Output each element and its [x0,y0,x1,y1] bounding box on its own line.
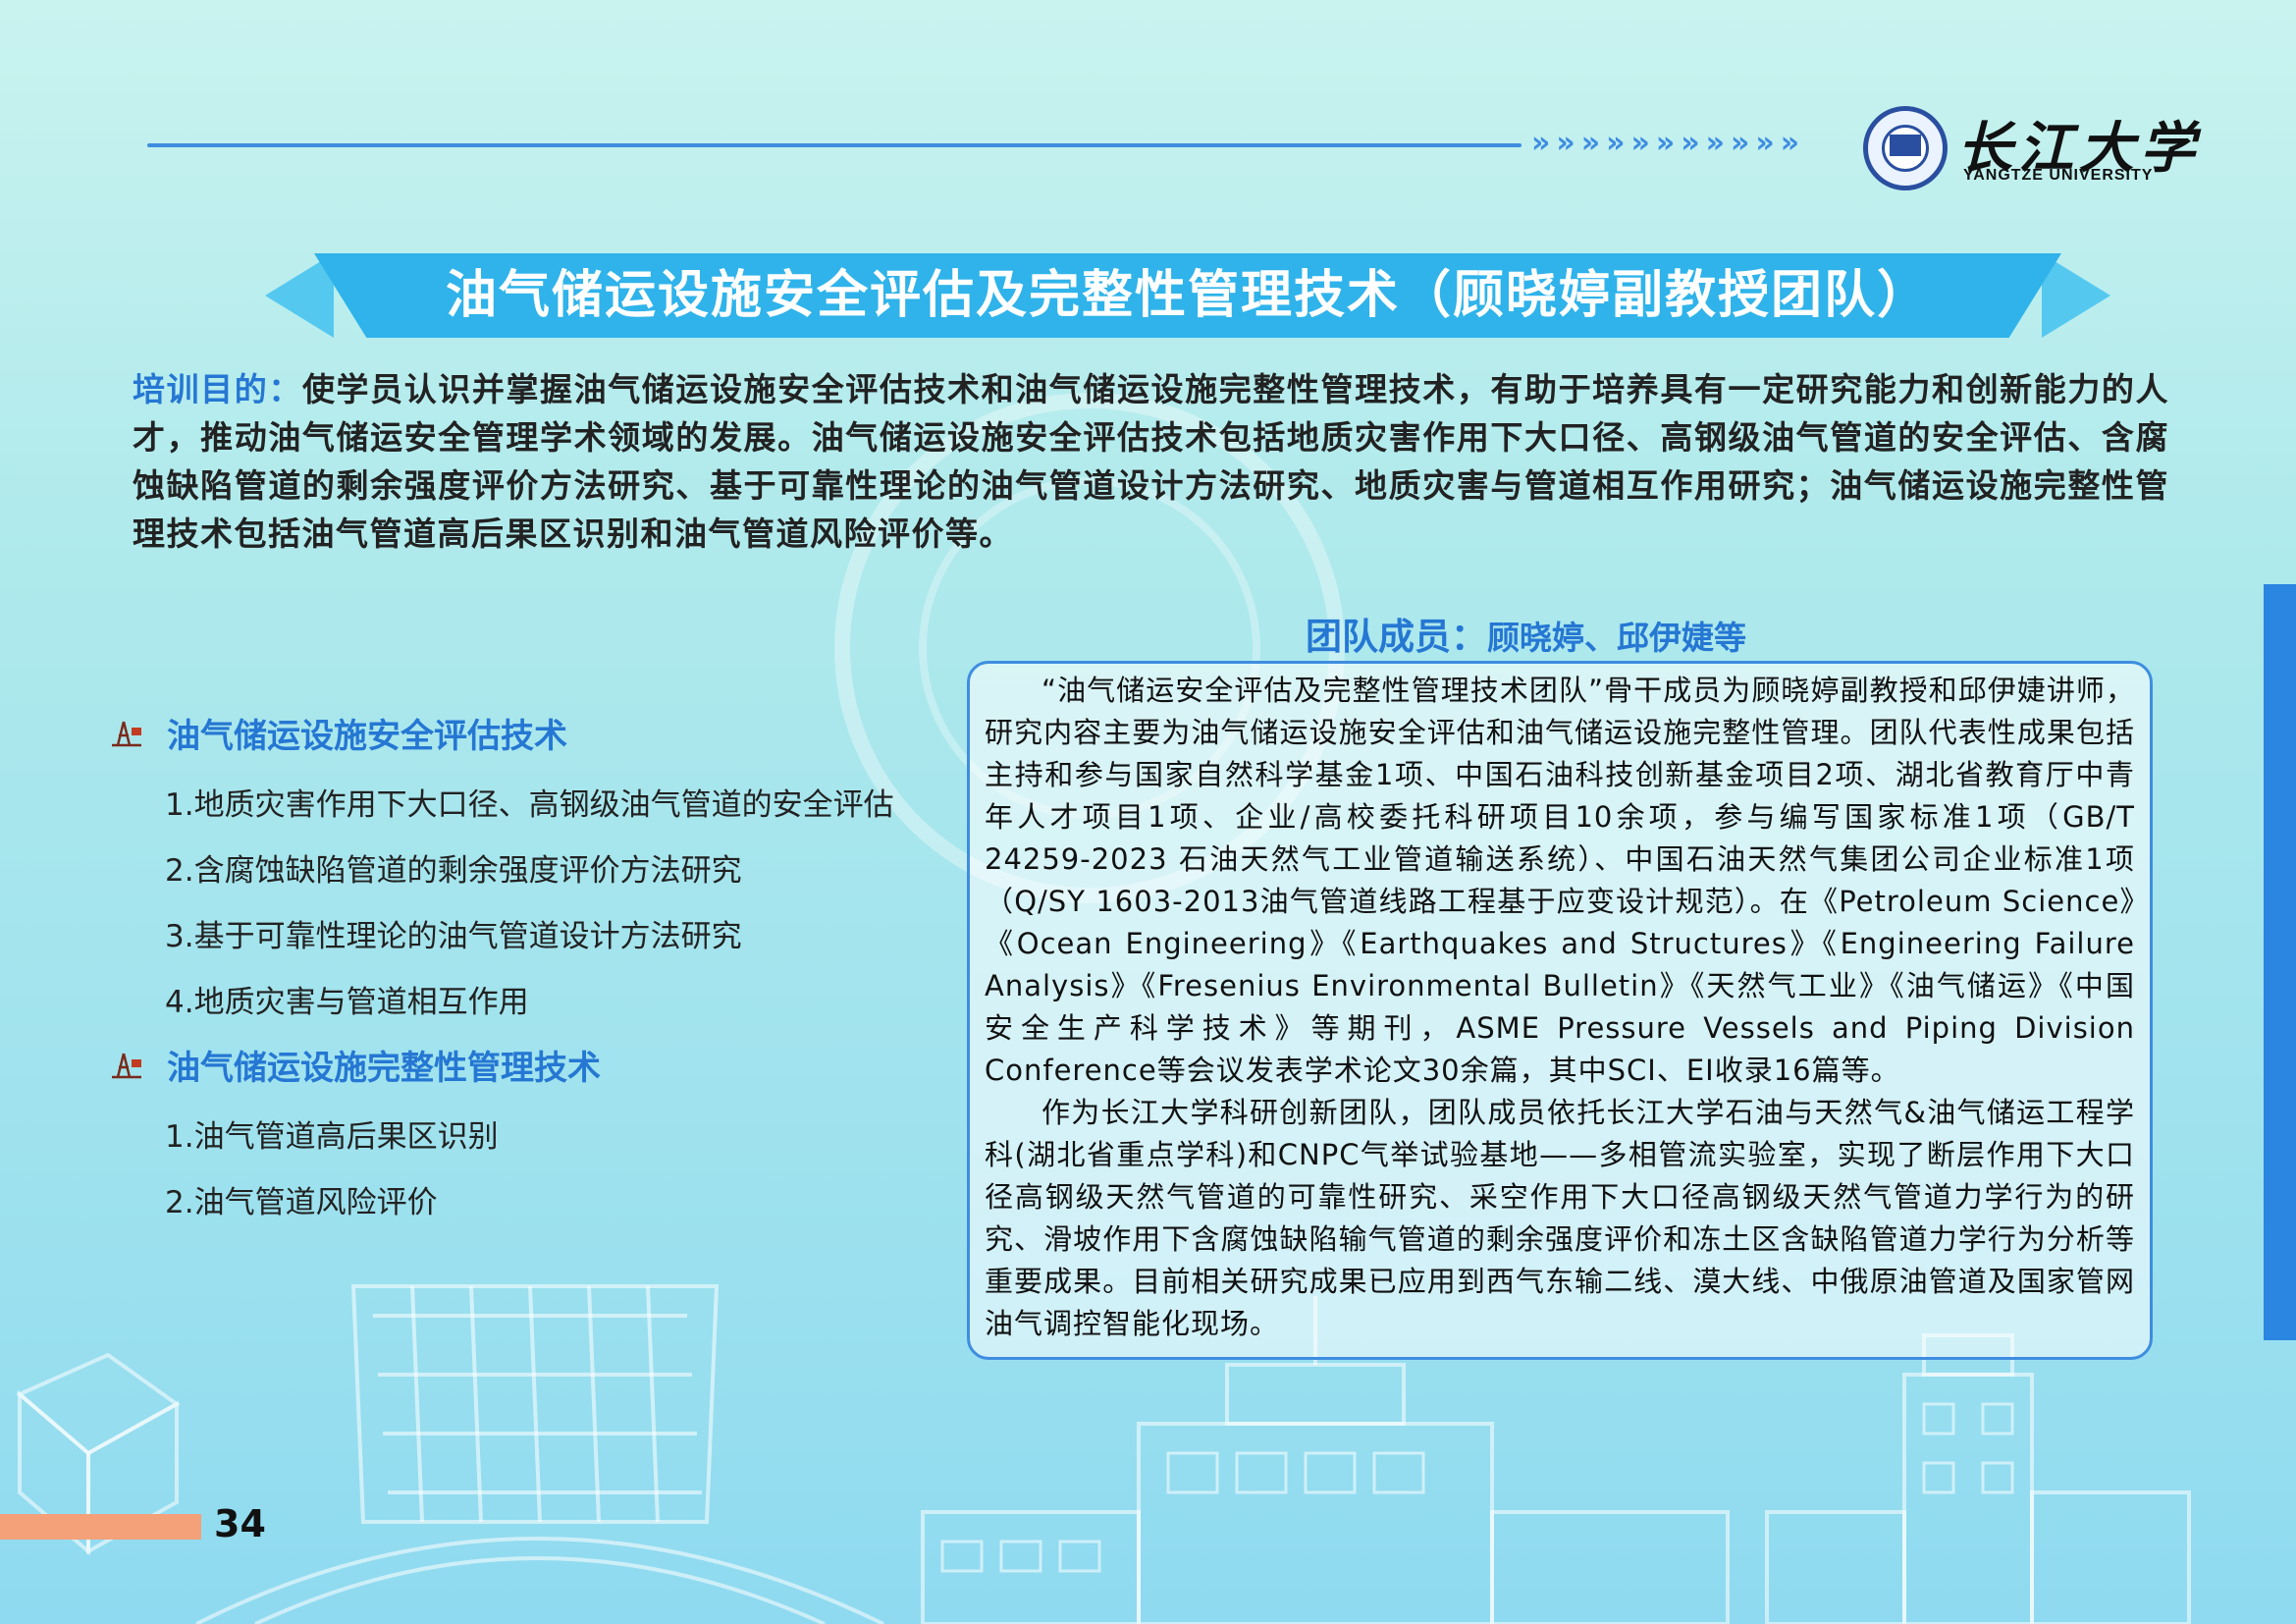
team-paragraph: “油气储运安全评估及完整性管理技术团队”骨干成员为顾晓婷副教授和邱伊婕讲师，研究… [985,674,2135,1087]
page-number-bar [0,1514,201,1540]
section-heading-text: 油气储运设施完整性管理技术 [167,1049,601,1088]
team-members-heading: 团队成员：顾晓婷、邱伊婕等 [1306,607,1746,660]
team-paragraph: 作为长江大学科研创新团队，团队成员依托长江大学石油与天然气&油气储运工程学科(湖… [985,1096,2135,1340]
page-title: 油气储运设施安全评估及完整性管理技术（顾晓婷副教授团队） [445,266,1930,325]
oil-rig-icon [110,1050,149,1087]
training-purpose: 培训目的：使学员认识并掌握油气储运设施安全评估技术和油气储运设施完整性管理技术，… [133,365,2169,558]
chevron-right-icons: »»»»»»»»»»» [1531,126,1806,160]
section-heading-text: 油气储运设施安全评估技术 [167,717,567,756]
list-item: 2.含腐蚀缺陷管道的剩余强度评价方法研究 [165,853,742,889]
list-item: 1.地质灾害作用下大口径、高钢级油气管道的安全评估 [165,787,894,823]
list-item: 4.地质灾害与管道相互作用 [165,985,529,1020]
training-purpose-label: 培训目的： [133,370,302,408]
oil-rig-icon [110,718,149,755]
training-purpose-text: 使学员认识并掌握油气储运设施安全评估技术和油气储运设施完整性管理技术，有助于培养… [133,370,2170,553]
list-item: 1.油气管道高后果区识别 [165,1119,499,1155]
side-accent-bar [2264,584,2296,1340]
team-members-label: 团队成员： [1306,616,1487,658]
team-description: “油气储运安全评估及完整性管理技术团队”骨干成员为顾晓婷副教授和邱伊婕讲师，研究… [985,670,2135,1345]
section-heading-safety-assessment: 油气储运设施安全评估技术 [110,709,567,757]
team-members-names: 顾晓婷、邱伊婕等 [1487,619,1746,657]
list-item: 2.油气管道风险评价 [165,1185,438,1220]
list-item: 3.基于可靠性理论的油气管道设计方法研究 [165,919,742,954]
page-number: 34 [214,1502,266,1545]
section-heading-integrity-management: 油气储运设施完整性管理技术 [110,1041,601,1089]
university-seal-icon [1863,106,1948,190]
logo-english-name: YANGTZE UNIVERSITY [1963,167,2154,184]
header-rule [147,143,1522,147]
